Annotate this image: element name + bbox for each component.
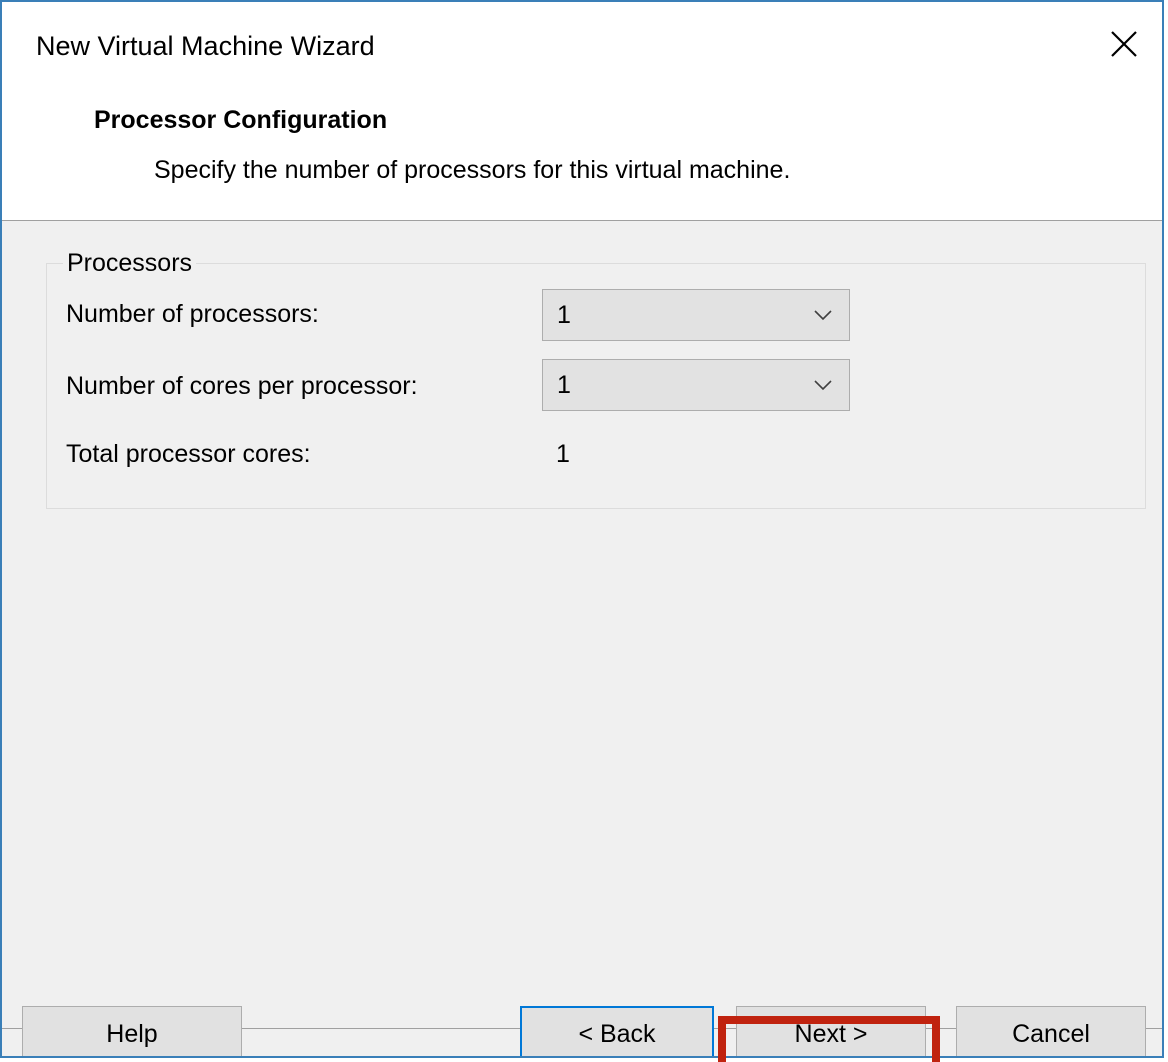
back-button[interactable]: < Back — [520, 1006, 714, 1056]
wizard-header: Processor Configuration Specify the numb… — [2, 90, 1162, 221]
wizard-window: New Virtual Machine Wizard Processor Con… — [0, 0, 1164, 1058]
processors-group-legend: Processors — [67, 249, 193, 277]
wizard-content: Processors Number of processors: 1 Numbe… — [2, 221, 1162, 1029]
total-cores-value: 1 — [556, 440, 570, 468]
help-button[interactable]: Help — [22, 1006, 242, 1056]
next-button[interactable]: Next > — [736, 1006, 926, 1056]
cores-per-processor-value: 1 — [557, 371, 571, 399]
window-title: New Virtual Machine Wizard — [36, 31, 375, 61]
cores-per-processor-dropdown[interactable]: 1 — [542, 359, 850, 411]
page-title: Processor Configuration — [94, 106, 388, 134]
cancel-button[interactable]: Cancel — [956, 1006, 1146, 1056]
chevron-down-icon — [814, 310, 832, 321]
close-icon[interactable] — [1104, 24, 1144, 64]
cores-per-processor-label: Number of cores per processor: — [66, 372, 418, 400]
num-processors-value: 1 — [557, 301, 571, 329]
chevron-down-icon — [814, 380, 832, 391]
page-subtitle: Specify the number of processors for thi… — [154, 156, 791, 184]
num-processors-label: Number of processors: — [66, 300, 319, 328]
num-processors-dropdown[interactable]: 1 — [542, 289, 850, 341]
title-bar: New Virtual Machine Wizard — [2, 2, 1162, 90]
total-cores-label: Total processor cores: — [66, 440, 311, 468]
